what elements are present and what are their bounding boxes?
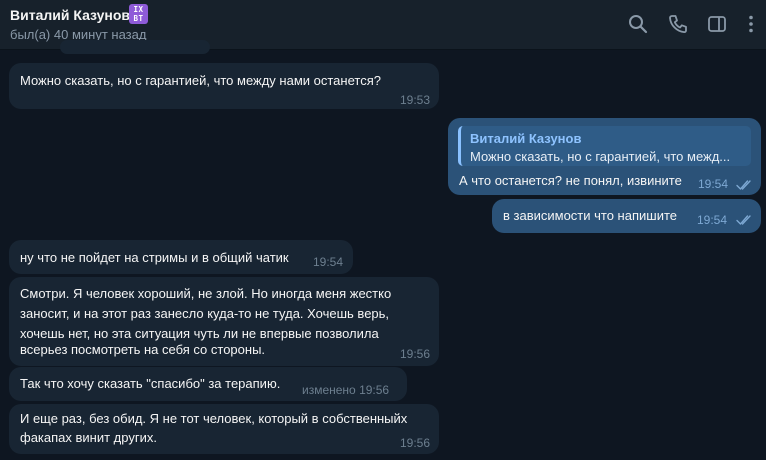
reply-quote[interactable]: Виталий Казунов Можно сказать, но с гара… <box>458 126 751 166</box>
read-checkmarks-icon <box>736 214 754 226</box>
message-incoming[interactable]: Можно сказать, но с гарантией, что между… <box>9 63 439 109</box>
message-text: Можно сказать, но с гарантией, что между… <box>20 73 381 88</box>
message-time: 19:56 <box>399 347 430 361</box>
contact-name[interactable]: Виталий Казунов <box>10 7 130 23</box>
sidebar-toggle-icon[interactable] <box>706 13 728 35</box>
message-text-line: И еще раз, без обид. Я не тот человек, к… <box>20 411 408 426</box>
message-outgoing[interactable]: в зависимости что напишите 19:54 <box>492 199 761 233</box>
message-time: 19:54 <box>698 177 729 191</box>
message-time: 19:56 <box>399 436 430 450</box>
message-text-line: факапах винит других. <box>20 430 157 445</box>
phone-icon[interactable] <box>667 13 689 35</box>
reply-text: Можно сказать, но с гарантией, что межд.… <box>470 149 731 164</box>
message-outgoing[interactable]: Виталий Казунов Можно сказать, но с гара… <box>448 118 761 195</box>
ixbt-badge-icon: IX BT <box>129 4 148 24</box>
message-incoming[interactable]: Так что хочу сказать "спасибо" за терапи… <box>9 367 407 401</box>
message-text: ну что не пойдет на стримы и в общий чат… <box>20 250 289 265</box>
message-time: 19:54 <box>313 255 344 269</box>
read-checkmarks-icon <box>736 179 754 191</box>
search-icon[interactable] <box>627 13 649 35</box>
message-text-line: всерьез посмотреть на себя со стороны. <box>20 342 266 357</box>
message-time-edited: изменено 19:56 <box>302 383 390 397</box>
message-text-line: заносит, и на этот раз занесло куда-то н… <box>20 306 390 321</box>
message-incoming[interactable]: И еще раз, без обид. Я не тот человек, к… <box>9 404 439 454</box>
message-text-line: Смотри. Я человек хороший, не злой. Но и… <box>20 286 392 301</box>
message-incoming[interactable]: ну что не пойдет на стримы и в общий чат… <box>9 240 353 274</box>
more-icon[interactable] <box>740 13 762 35</box>
message-time: 19:53 <box>399 93 430 107</box>
message-incoming[interactable]: Смотри. Я человек хороший, не злой. Но и… <box>9 277 439 366</box>
message-bubble-partial <box>60 40 210 54</box>
message-time: 19:54 <box>697 213 728 227</box>
